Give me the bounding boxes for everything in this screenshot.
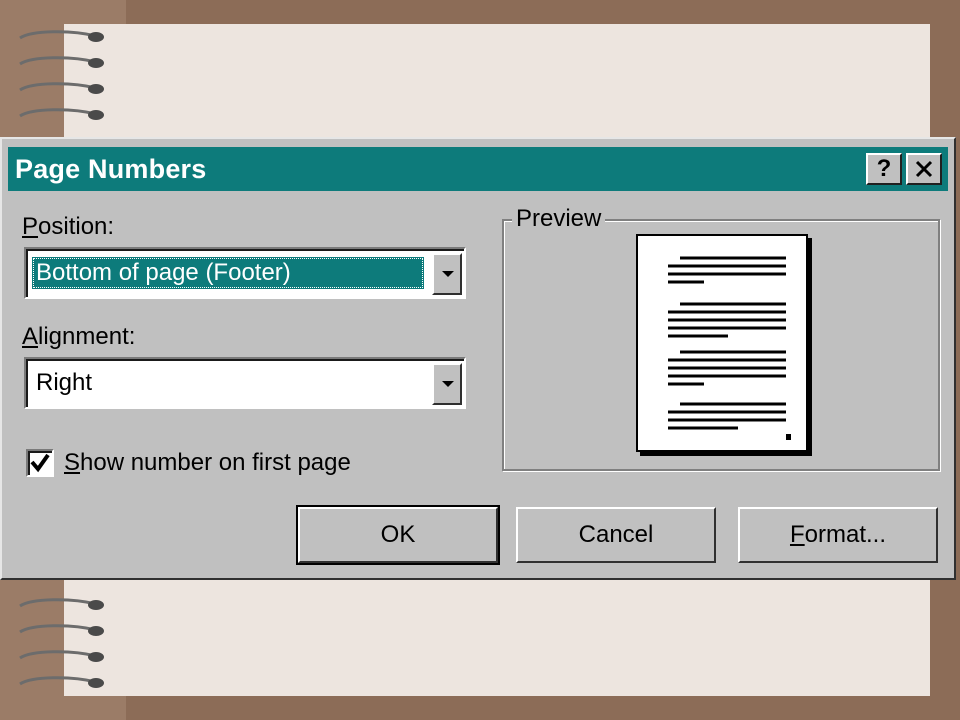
show-number-first-page-checkbox[interactable] [26, 449, 54, 477]
page-numbers-dialog: Page Numbers ? Position: Bottom of page … [0, 137, 956, 580]
position-select-value: Bottom of page (Footer) [32, 257, 424, 289]
dialog-titlebar[interactable]: Page Numbers ? [8, 147, 948, 191]
alignment-dropdown-button[interactable] [432, 363, 462, 405]
cancel-button-label: Cancel [578, 521, 654, 548]
format-button-label: Format... [789, 521, 887, 548]
spiral-ring-icon [19, 82, 104, 94]
spiral-ring-icon [19, 30, 104, 42]
spiral-ring-icon [19, 598, 104, 610]
spiral-ring-icon [19, 676, 104, 688]
alignment-label: Alignment: [22, 323, 135, 351]
page-number-marker [786, 434, 791, 440]
alignment-label-text: Alignment: [22, 323, 136, 350]
preview-page-lines [668, 256, 791, 440]
position-label: Position: [22, 213, 114, 241]
alignment-select-value: Right [36, 369, 93, 396]
show-number-first-page-label[interactable]: Show number on first page [64, 449, 351, 477]
spiral-ring-icon [19, 56, 104, 68]
close-icon [915, 160, 933, 178]
position-dropdown-button[interactable] [432, 253, 462, 295]
ok-button-label: OK [380, 521, 416, 548]
preview-page-thumbnail [636, 234, 808, 452]
spiral-ring-icon [19, 650, 104, 662]
position-select[interactable]: Bottom of page (Footer) [24, 247, 466, 299]
alignment-select[interactable]: Right [24, 357, 466, 409]
checkmark-icon [30, 453, 50, 473]
preview-legend: Preview [512, 205, 606, 233]
format-button[interactable]: Format... [738, 507, 938, 563]
help-button[interactable]: ? [866, 153, 902, 185]
question-icon: ? [876, 155, 892, 182]
spiral-ring-icon [19, 624, 104, 636]
dialog-title: Page Numbers [15, 154, 207, 184]
ok-button[interactable]: OK [296, 505, 500, 565]
cancel-button[interactable]: Cancel [516, 507, 716, 563]
close-button[interactable] [906, 153, 942, 185]
position-label-text: Position: [22, 213, 115, 240]
spiral-ring-icon [19, 108, 104, 120]
